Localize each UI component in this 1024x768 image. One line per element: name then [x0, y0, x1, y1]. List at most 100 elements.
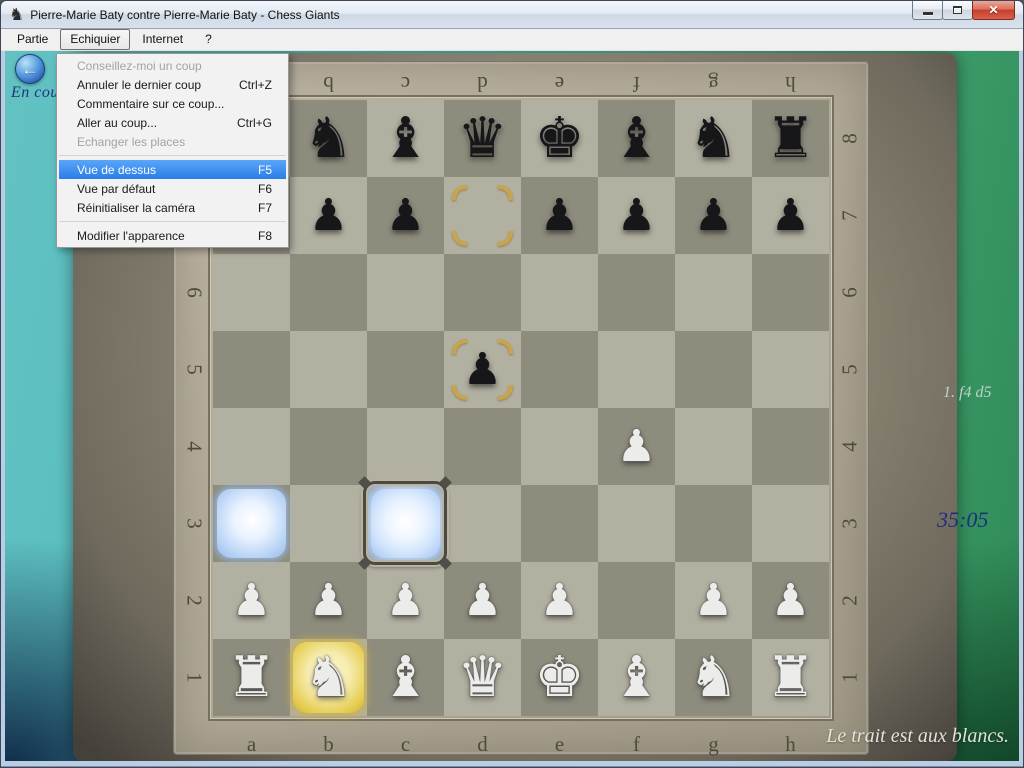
white-pawn-e2[interactable]: ♟	[521, 562, 598, 639]
menu-item[interactable]: Aller au coup...Ctrl+G	[59, 113, 286, 132]
square-d3[interactable]	[444, 485, 521, 562]
rank-label-right-5: 5	[812, 358, 889, 382]
white-pawn-b2[interactable]: ♟	[290, 562, 367, 639]
white-rook-h1[interactable]: ♜	[752, 639, 829, 716]
gold-bracket-icon	[452, 231, 467, 246]
rank-label-right-6: 6	[812, 281, 889, 305]
square-e6[interactable]	[521, 254, 598, 331]
square-e4[interactable]	[521, 408, 598, 485]
black-bishop-c8[interactable]: ♝	[367, 100, 444, 177]
black-pawn-d5[interactable]: ♟	[444, 331, 521, 408]
menu-item[interactable]: Modifier l'apparenceF8	[59, 226, 286, 245]
menu-item-shortcut: F7	[258, 201, 272, 215]
file-label-top-f: f	[598, 72, 675, 96]
clock-timer: 35:05	[937, 507, 988, 533]
minimize-button[interactable]	[912, 1, 943, 20]
white-bishop-c1[interactable]: ♝	[367, 639, 444, 716]
gold-bracket-icon	[498, 231, 513, 246]
white-knight-b1[interactable]: ♞	[290, 639, 367, 716]
cursor-frame-c3[interactable]	[363, 481, 447, 565]
window-controls: ✕	[913, 1, 1015, 20]
square-g5[interactable]	[675, 331, 752, 408]
menu-item[interactable]: Vue de dessusF5	[59, 160, 286, 179]
titlebar[interactable]: ♞ Pierre-Marie Baty contre Pierre-Marie …	[1, 1, 1023, 29]
menu-item-label: Vue par défaut	[77, 182, 155, 196]
file-label-bottom-c: c	[367, 732, 444, 756]
white-knight-g1[interactable]: ♞	[675, 639, 752, 716]
black-knight-g8[interactable]: ♞	[675, 100, 752, 177]
square-b6[interactable]	[290, 254, 367, 331]
move-list: 1. f4 d5	[943, 384, 991, 402]
back-button[interactable]: ←	[15, 54, 45, 84]
black-bishop-f8[interactable]: ♝	[598, 100, 675, 177]
square-c4[interactable]	[367, 408, 444, 485]
menubar-item-internet[interactable]: Internet	[132, 29, 193, 50]
square-f6[interactable]	[598, 254, 675, 331]
file-label-bottom-e: e	[521, 732, 598, 756]
app-window: ♞ Pierre-Marie Baty contre Pierre-Marie …	[0, 0, 1024, 768]
square-g3[interactable]	[675, 485, 752, 562]
square-f5[interactable]	[598, 331, 675, 408]
square-d4[interactable]	[444, 408, 521, 485]
white-pawn-f4[interactable]: ♟	[598, 408, 675, 485]
rank-label-right-3: 3	[812, 512, 889, 536]
restore-icon	[953, 6, 962, 14]
white-pawn-c2[interactable]: ♟	[367, 562, 444, 639]
rank-label-left-4: 4	[156, 435, 233, 459]
white-pawn-d2[interactable]: ♟	[444, 562, 521, 639]
highlight-target-a3[interactable]	[217, 489, 286, 558]
white-king-e1[interactable]: ♚	[521, 639, 598, 716]
file-label-bottom-b: b	[290, 732, 367, 756]
black-pawn-b7[interactable]: ♟	[290, 177, 367, 254]
menubar-item-partie[interactable]: Partie	[7, 29, 58, 50]
white-queen-d1[interactable]: ♛	[444, 639, 521, 716]
square-d6[interactable]	[444, 254, 521, 331]
square-g6[interactable]	[675, 254, 752, 331]
last-move-marker-d7	[444, 177, 521, 254]
white-bishop-f1[interactable]: ♝	[598, 639, 675, 716]
menu-item[interactable]: Commentaire sur ce coup...	[59, 94, 286, 113]
file-label-top-h: h	[752, 72, 829, 96]
close-button[interactable]: ✕	[972, 1, 1015, 20]
square-f2[interactable]	[598, 562, 675, 639]
turn-status-message: Le trait est aux blancs.	[826, 725, 1009, 748]
black-queen-d8[interactable]: ♛	[444, 100, 521, 177]
square-e3[interactable]	[521, 485, 598, 562]
black-pawn-g7[interactable]: ♟	[675, 177, 752, 254]
file-label-bottom-d: d	[444, 732, 521, 756]
menu-item-label: Echanger les places	[77, 135, 185, 149]
black-rook-h8[interactable]: ♜	[752, 100, 829, 177]
white-rook-a1[interactable]: ♜	[213, 639, 290, 716]
file-label-top-b: b	[290, 72, 367, 96]
white-pawn-g2[interactable]: ♟	[675, 562, 752, 639]
white-pawn-h2[interactable]: ♟	[752, 562, 829, 639]
black-pawn-e7[interactable]: ♟	[521, 177, 598, 254]
menu-item: Conseillez-moi un coup	[59, 56, 286, 75]
square-c5[interactable]	[367, 331, 444, 408]
menubar-item-?[interactable]: ?	[195, 29, 222, 50]
file-label-top-e: e	[521, 72, 598, 96]
menu-item-label: Annuler le dernier coup	[77, 78, 201, 92]
menu-bar: PartieEchiquierInternet?	[1, 29, 1023, 51]
menu-item[interactable]: Vue par défaut F6	[59, 179, 286, 198]
menu-item[interactable]: Réinitialiser la caméra F7	[59, 198, 286, 217]
menu-item-label: Réinitialiser la caméra	[77, 201, 195, 215]
menu-item[interactable]: Annuler le dernier coupCtrl+Z	[59, 75, 286, 94]
black-pawn-h7[interactable]: ♟	[752, 177, 829, 254]
square-c6[interactable]	[367, 254, 444, 331]
square-b5[interactable]	[290, 331, 367, 408]
black-king-e8[interactable]: ♚	[521, 100, 598, 177]
black-pawn-c7[interactable]: ♟	[367, 177, 444, 254]
black-knight-b8[interactable]: ♞	[290, 100, 367, 177]
square-g4[interactable]	[675, 408, 752, 485]
square-e5[interactable]	[521, 331, 598, 408]
square-f3[interactable]	[598, 485, 675, 562]
black-pawn-f7[interactable]: ♟	[598, 177, 675, 254]
white-pawn-a2[interactable]: ♟	[213, 562, 290, 639]
square-b3[interactable]	[290, 485, 367, 562]
menubar-item-echiquier[interactable]: Echiquier	[60, 29, 130, 50]
square-b4[interactable]	[290, 408, 367, 485]
restore-button[interactable]	[942, 1, 973, 20]
back-arrow-icon: ←	[22, 61, 39, 78]
menu-item-shortcut: F6	[258, 182, 272, 196]
